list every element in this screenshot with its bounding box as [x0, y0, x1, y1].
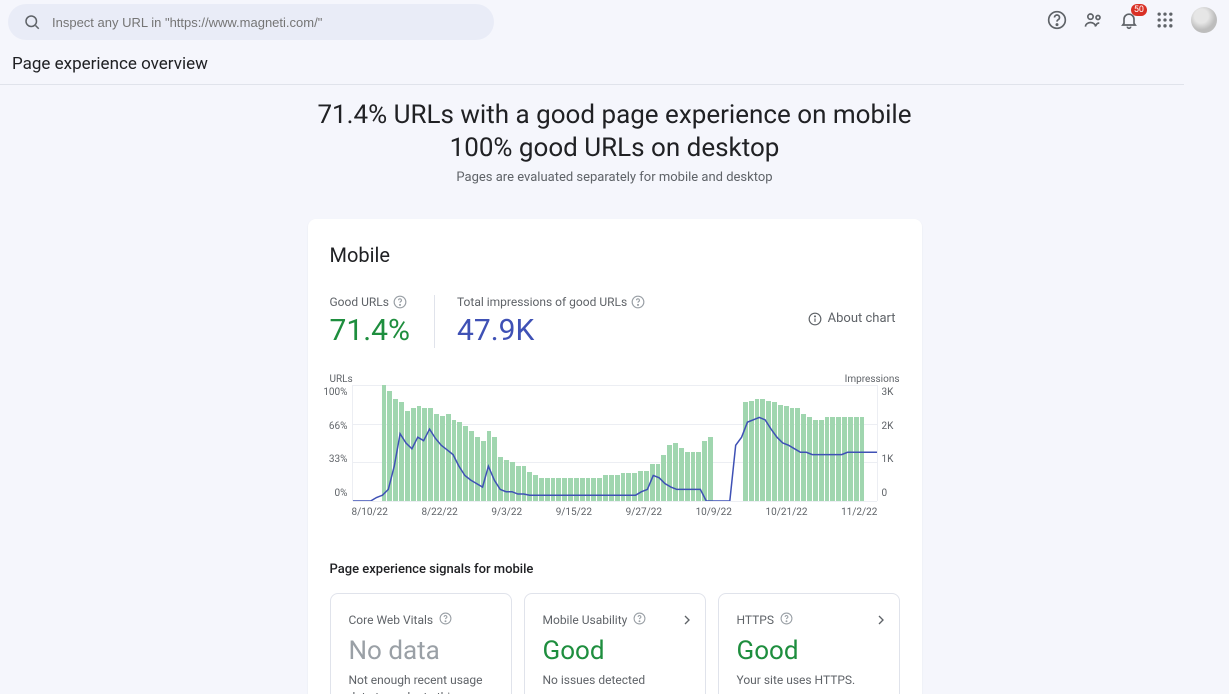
- signal-label: Core Web Vitals: [349, 613, 434, 627]
- about-chart-link[interactable]: About chart: [808, 311, 896, 326]
- signal-card-2[interactable]: HTTPS Good Your site uses HTTPS.: [718, 593, 900, 694]
- mobile-card: Mobile Good URLs 71.4% Total impressions…: [308, 219, 922, 694]
- help-icon[interactable]: [1047, 10, 1067, 30]
- headline-line1: 71.4% URLs with a good page experience o…: [0, 99, 1229, 132]
- y-left-tick: 66%: [329, 421, 348, 432]
- x-tick: 10/21/22: [766, 507, 808, 518]
- help-icon[interactable]: [633, 612, 646, 628]
- signal-value: Good: [543, 636, 687, 666]
- apps-grid-icon[interactable]: [1155, 10, 1175, 30]
- chevron-right-icon: [679, 612, 695, 632]
- signal-desc: Not enough recent usage data to evaluate…: [349, 672, 493, 694]
- x-tick: 9/15/22: [556, 507, 592, 518]
- chevron-right-icon: [873, 612, 889, 632]
- page-title: Page experience overview: [0, 40, 1184, 85]
- x-tick: 10/9/22: [696, 507, 732, 518]
- help-icon[interactable]: [780, 612, 793, 628]
- signals-title: Page experience signals for mobile: [330, 562, 900, 577]
- metric1-label: Good URLs: [330, 295, 389, 309]
- card-title: Mobile: [330, 243, 900, 267]
- url-inspect-search[interactable]: [8, 4, 494, 40]
- help-icon[interactable]: [393, 295, 407, 309]
- help-icon[interactable]: [439, 612, 452, 628]
- y-left-tick: 0%: [335, 488, 348, 499]
- y-left-tick: 33%: [329, 454, 348, 465]
- metric-impressions: Total impressions of good URLs 47.9K: [434, 295, 669, 348]
- x-tick: 8/22/22: [421, 507, 457, 518]
- signal-label: HTTPS: [737, 613, 775, 627]
- x-tick: 9/27/22: [626, 507, 662, 518]
- x-tick: 8/10/22: [352, 507, 388, 518]
- search-icon: [22, 12, 42, 32]
- metric1-value: 71.4%: [330, 313, 410, 348]
- signal-desc: Your site uses HTTPS.: [737, 672, 881, 689]
- search-input[interactable]: [52, 15, 480, 30]
- metric2-label: Total impressions of good URLs: [457, 295, 627, 309]
- metric-good-urls: Good URLs 71.4%: [330, 295, 434, 348]
- y-right-tick: 2K: [882, 421, 894, 432]
- y-right-tick: 1K: [882, 454, 894, 465]
- axis-left-label: URLs: [330, 374, 353, 385]
- impressions-line: [353, 417, 877, 501]
- axis-right-label: Impressions: [845, 374, 900, 385]
- signal-value: Good: [737, 636, 881, 666]
- about-chart-label: About chart: [828, 311, 896, 326]
- signal-label: Mobile Usability: [543, 613, 628, 627]
- notification-badge: 50: [1131, 4, 1147, 16]
- signal-value: No data: [349, 636, 493, 666]
- signal-card-1[interactable]: Mobile Usability Good No issues detected: [524, 593, 706, 694]
- help-icon[interactable]: [631, 295, 645, 309]
- x-tick: 11/2/22: [841, 507, 877, 518]
- y-right-tick: 0: [882, 488, 888, 499]
- y-left-tick: 100%: [323, 387, 347, 398]
- signal-card-0: Core Web Vitals No data Not enough recent …: [330, 593, 512, 694]
- headline-sub: Pages are evaluated separately for mobil…: [0, 170, 1229, 185]
- signal-desc: No issues detected: [543, 672, 687, 689]
- y-right-tick: 3K: [882, 387, 894, 398]
- headline-line2: 100% good URLs on desktop: [0, 132, 1229, 165]
- metric2-value: 47.9K: [457, 313, 645, 348]
- notifications-icon[interactable]: 50: [1119, 10, 1139, 30]
- chart: URLs Impressions 100% 66% 33% 0% 3K 2K 1K 0 8/…: [308, 374, 922, 518]
- users-icon[interactable]: [1083, 10, 1103, 30]
- avatar[interactable]: [1191, 7, 1217, 33]
- x-tick: 9/3/22: [491, 507, 522, 518]
